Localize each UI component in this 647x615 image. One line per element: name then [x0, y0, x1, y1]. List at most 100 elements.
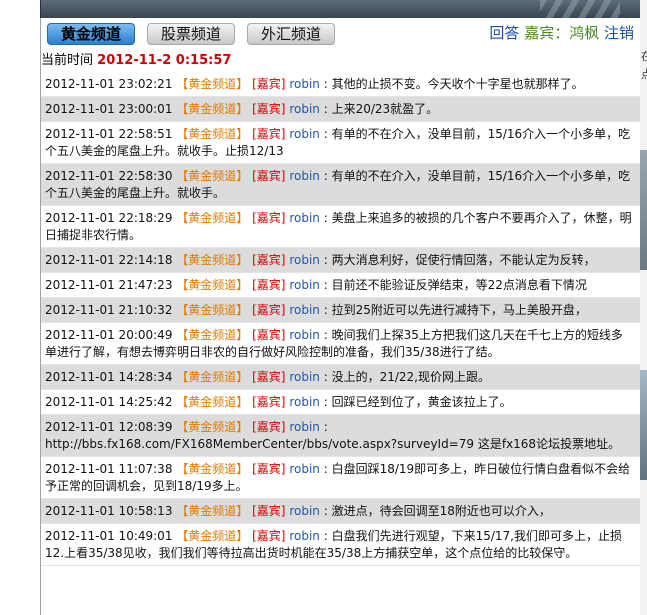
message-author[interactable]: robin	[289, 211, 320, 225]
channel-tabbar: 黄金频道 股票频道 外汇频道 回答 嘉宾：鸿枫 注销	[41, 18, 640, 50]
message-time: 2012-11-01 20:00:49	[45, 328, 173, 342]
message-channel: 【黄金频道】	[176, 77, 249, 91]
message-role: [嘉宾]	[252, 211, 286, 225]
tab-gold-channel[interactable]: 黄金频道	[47, 23, 135, 45]
message-time: 2012-11-01 23:02:21	[45, 77, 173, 91]
sidebar-image	[640, 370, 647, 480]
message-text: : 激进点，待会回调至18附近也可以介入，	[323, 504, 551, 518]
message-author[interactable]: robin	[289, 395, 320, 409]
message-role: [嘉宾]	[252, 278, 286, 292]
message-author[interactable]: robin	[289, 420, 320, 434]
message-channel: 【黄金频道】	[176, 102, 249, 116]
chat-message: 2012-11-01 11:07:38 【黄金频道】 [嘉宾] robin : …	[41, 457, 640, 499]
message-role: [嘉宾]	[252, 253, 286, 267]
tab-stock-channel[interactable]: 股票频道	[147, 23, 235, 45]
message-author[interactable]: robin	[289, 278, 320, 292]
message-role: [嘉宾]	[252, 127, 286, 141]
chat-message: 2012-11-01 14:25:42 【黄金频道】 [嘉宾] robin : …	[41, 390, 640, 415]
message-channel: 【黄金频道】	[176, 462, 249, 476]
message-text: : 目前还不能验证反弹结束，等22点消息看下情况	[323, 278, 587, 292]
current-time-value: 2012-11-2 0:15:57	[97, 53, 232, 68]
message-list: 2012-11-01 23:02:21 【黄金频道】 [嘉宾] robin : …	[41, 72, 640, 566]
message-time: 2012-11-01 10:49:01	[45, 529, 173, 543]
logout-link[interactable]: 注销	[604, 24, 634, 42]
message-time: 2012-11-01 11:07:38	[45, 462, 173, 476]
message-role: [嘉宾]	[252, 77, 286, 91]
message-role: [嘉宾]	[252, 395, 286, 409]
chat-message: 2012-11-01 22:58:30 【黄金频道】 [嘉宾] robin : …	[41, 164, 640, 206]
message-channel: 【黄金频道】	[176, 420, 249, 434]
message-channel: 【黄金频道】	[176, 529, 249, 543]
message-role: [嘉宾]	[252, 529, 286, 543]
message-author[interactable]: robin	[289, 504, 320, 518]
message-role: [嘉宾]	[252, 504, 286, 518]
left-margin	[0, 0, 40, 615]
message-author[interactable]: robin	[289, 253, 320, 267]
chat-message: 2012-11-01 22:58:51 【黄金频道】 [嘉宾] robin : …	[41, 122, 640, 164]
user-actions: 回答 嘉宾：鸿枫 注销	[489, 23, 634, 43]
message-time: 2012-11-01 22:18:29	[45, 211, 173, 225]
message-text: : 回踩已经到位了，黄金该拉上了。	[323, 395, 512, 409]
message-role: [嘉宾]	[252, 370, 286, 384]
message-channel: 【黄金频道】	[176, 253, 249, 267]
banner-decoration	[540, 0, 620, 18]
chat-message: 2012-11-01 20:00:49 【黄金频道】 [嘉宾] robin : …	[41, 323, 640, 365]
message-author[interactable]: robin	[289, 169, 320, 183]
message-time: 2012-11-01 21:10:32	[45, 303, 173, 317]
chat-message: 2012-11-01 21:10:32 【黄金频道】 [嘉宾] robin : …	[41, 298, 640, 323]
message-time: 2012-11-01 14:25:42	[45, 395, 173, 409]
message-time: 2012-11-01 12:08:39	[45, 420, 173, 434]
message-time: 2012-11-01 22:14:18	[45, 253, 173, 267]
message-channel: 【黄金频道】	[176, 127, 249, 141]
tab-forex-channel[interactable]: 外汇频道	[247, 23, 335, 45]
chat-message: 2012-11-01 22:18:29 【黄金频道】 [嘉宾] robin : …	[41, 206, 640, 248]
message-author[interactable]: robin	[289, 529, 320, 543]
sidebar-fragment: 在	[641, 50, 647, 63]
message-role: [嘉宾]	[252, 169, 286, 183]
message-author[interactable]: robin	[289, 127, 320, 141]
message-time: 2012-11-01 10:58:13	[45, 504, 173, 518]
reply-link[interactable]: 回答	[489, 24, 519, 42]
message-author[interactable]: robin	[289, 462, 320, 476]
chat-message: 2012-11-01 14:28:34 【黄金频道】 [嘉宾] robin : …	[41, 365, 640, 390]
chat-message: 2012-11-01 10:58:13 【黄金频道】 [嘉宾] robin : …	[41, 499, 640, 524]
chat-message: 2012-11-01 22:14:18 【黄金频道】 [嘉宾] robin : …	[41, 248, 640, 273]
message-channel: 【黄金频道】	[176, 370, 249, 384]
message-channel: 【黄金频道】	[176, 395, 249, 409]
message-time: 2012-11-01 14:28:34	[45, 370, 173, 384]
message-role: [嘉宾]	[252, 462, 286, 476]
chat-message: 2012-11-01 21:47:23 【黄金频道】 [嘉宾] robin : …	[41, 273, 640, 298]
message-role: [嘉宾]	[252, 328, 286, 342]
sidebar-image	[640, 150, 647, 270]
chat-message: 2012-11-01 10:49:01 【黄金频道】 [嘉宾] robin : …	[41, 524, 640, 566]
message-author[interactable]: robin	[289, 370, 320, 384]
message-time: 2012-11-01 21:47:23	[45, 278, 173, 292]
message-channel: 【黄金频道】	[176, 328, 249, 342]
message-author[interactable]: robin	[289, 328, 320, 342]
message-author[interactable]: robin	[289, 102, 320, 116]
current-time-label: 当前时间	[41, 53, 94, 68]
chat-message: 2012-11-01 23:00:01 【黄金频道】 [嘉宾] robin : …	[41, 97, 640, 122]
message-channel: 【黄金频道】	[176, 169, 249, 183]
message-text: : 上来20/23就盈了。	[323, 102, 439, 116]
guest-name: 嘉宾：鸿枫	[524, 24, 600, 42]
message-role: [嘉宾]	[252, 102, 286, 116]
message-author[interactable]: robin	[289, 303, 320, 317]
message-role: [嘉宾]	[252, 420, 286, 434]
message-time: 2012-11-01 23:00:01	[45, 102, 173, 116]
message-channel: 【黄金频道】	[176, 504, 249, 518]
message-channel: 【黄金频道】	[176, 211, 249, 225]
live-chat-panel: 黄金频道 股票频道 外汇频道 回答 嘉宾：鸿枫 注销 当前时间 2012-11-…	[40, 18, 641, 615]
message-author[interactable]: robin	[289, 77, 320, 91]
message-text: : 其他的止损不变。今天收个十字星也就那样了。	[323, 77, 584, 91]
message-time: 2012-11-01 22:58:30	[45, 169, 173, 183]
right-sidebar-edge: 在 点	[640, 0, 647, 615]
message-channel: 【黄金频道】	[176, 303, 249, 317]
message-text: : 拉到25附近可以先进行减持下，马上美股开盘，	[323, 303, 587, 317]
chat-message: 2012-11-01 12:08:39 【黄金频道】 [嘉宾] robin : …	[41, 415, 640, 457]
site-banner	[40, 0, 640, 18]
message-time: 2012-11-01 22:58:51	[45, 127, 173, 141]
message-role: [嘉宾]	[252, 303, 286, 317]
message-text: : 两大消息利好，促使行情回落，不能认定为反转，	[323, 253, 596, 267]
message-channel: 【黄金频道】	[176, 278, 249, 292]
